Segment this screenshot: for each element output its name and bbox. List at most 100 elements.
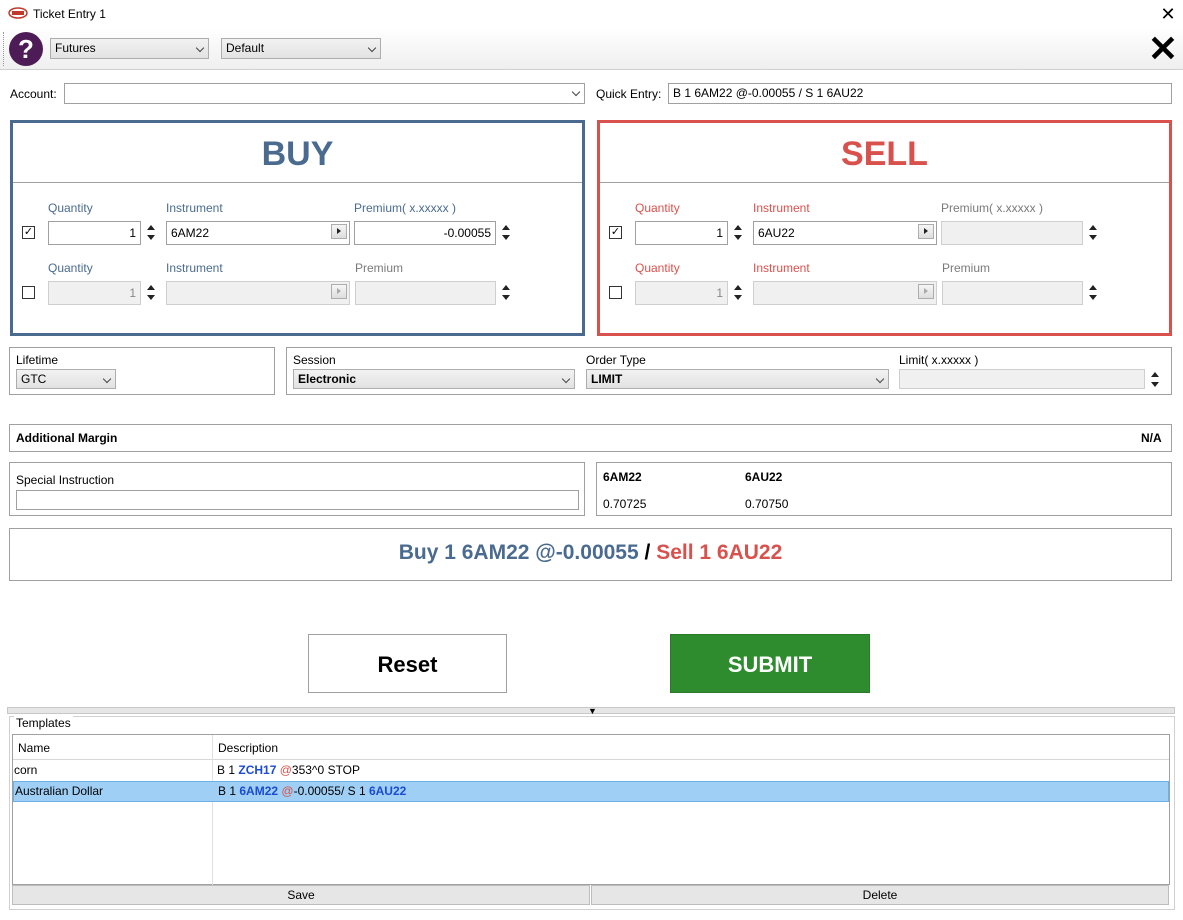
sell-leg1-checkbox[interactable]: ✓: [609, 226, 622, 239]
sell-leg1-premium-input[interactable]: [941, 221, 1083, 245]
price-value-1: 0.70725: [603, 497, 647, 511]
buy-leg2-premium-input[interactable]: [355, 281, 496, 305]
session-value: Electronic: [298, 372, 357, 386]
sell-quantity-label: Quantity: [635, 201, 680, 215]
special-instruction-label: Special Instruction: [16, 473, 115, 487]
sell-leg2-checkbox[interactable]: [609, 286, 622, 299]
summary-sell-text: Sell 1 6AU22: [656, 541, 783, 564]
buy-instrument-label: Instrument: [166, 261, 223, 275]
summary-separator: /: [638, 541, 657, 564]
window-close-icon[interactable]: ✕: [1158, 4, 1178, 24]
buy-title: BUY: [13, 123, 582, 183]
limit-input[interactable]: [899, 369, 1145, 389]
session-label: Session: [293, 353, 336, 367]
template-name: Australian Dollar: [15, 784, 104, 798]
special-instruction-input[interactable]: [16, 490, 579, 510]
order-type-value: LIMIT: [591, 372, 623, 386]
quick-entry-input[interactable]: B 1 6AM22 @-0.00055 / S 1 6AU22: [668, 83, 1172, 104]
buy-leg2-quantity-input[interactable]: 1: [48, 281, 141, 305]
order-summary: Buy 1 6AM22 @-0.00055 / Sell 1 6AU22: [9, 541, 1172, 565]
column-divider: [212, 735, 213, 885]
buy-instrument-label: Instrument: [166, 201, 223, 215]
title-bar: [0, 0, 1183, 28]
instrument-picker-icon[interactable]: [331, 224, 347, 239]
chevron-down-icon: [367, 43, 377, 53]
help-icon[interactable]: ?: [9, 32, 43, 66]
additional-margin-value: N/A: [1141, 431, 1162, 445]
buy-leg1-premium-spinner[interactable]: [501, 222, 511, 244]
toolbar-grip[interactable]: [3, 32, 6, 66]
account-select[interactable]: [64, 83, 585, 104]
sell-leg2-quantity-input[interactable]: 1: [635, 281, 728, 305]
delete-template-button[interactable]: Delete: [591, 885, 1169, 905]
buy-leg2-quantity-spinner[interactable]: [146, 282, 156, 304]
sell-instrument-label: Instrument: [753, 201, 810, 215]
buy-leg1-checkbox[interactable]: ✓: [22, 226, 35, 239]
instrument-picker-icon[interactable]: [918, 224, 934, 239]
buy-leg2-checkbox[interactable]: [22, 286, 35, 299]
quick-entry-label: Quick Entry:: [596, 87, 662, 101]
sell-leg2-premium-spinner[interactable]: [1088, 282, 1098, 304]
buy-panel: BUY Quantity Instrument Premium( x.xxxxx…: [10, 120, 585, 336]
buy-leg1-quantity-input[interactable]: 1: [48, 221, 141, 245]
column-header-name[interactable]: Name: [18, 741, 50, 755]
save-template-button[interactable]: Save: [12, 885, 590, 905]
sell-instrument-label: Instrument: [753, 261, 810, 275]
template-description: B 1 ZCH17 @353^0 STOP: [217, 763, 361, 777]
template-description: B 1 6AM22 @-0.00055/ S 1 6AU22: [218, 784, 407, 798]
panel-splitter[interactable]: ▼: [7, 706, 1175, 716]
lifetime-select[interactable]: GTC: [16, 369, 116, 389]
price-instrument-2: 6AU22: [745, 470, 783, 484]
chevron-down-icon: [102, 374, 112, 384]
chevron-down-icon: [561, 374, 571, 384]
additional-margin-bar: [9, 424, 1172, 452]
splitter-grip-icon: ▼: [588, 706, 597, 716]
buy-leg2-premium-spinner[interactable]: [501, 282, 511, 304]
buy-leg1-instrument-value: 6AM22: [171, 226, 210, 240]
sell-leg1-quantity-input[interactable]: 1: [635, 221, 728, 245]
instrument-picker-icon[interactable]: [918, 284, 934, 299]
window-title: Ticket Entry 1: [33, 7, 106, 21]
sell-leg1-instrument-input[interactable]: 6AU22: [753, 221, 937, 245]
limit-spinner[interactable]: [1150, 369, 1160, 391]
sell-premium-label: Premium( x.xxxxx ): [941, 201, 1043, 215]
table-row[interactable]: Australian Dollar B 1 6AM22 @-0.00055/ S…: [13, 781, 1169, 802]
product-type-select[interactable]: Futures: [50, 38, 209, 59]
column-header-description[interactable]: Description: [218, 741, 278, 755]
close-ticket-icon[interactable]: ✕: [1147, 31, 1179, 67]
buy-leg1-instrument-input[interactable]: 6AM22: [166, 221, 350, 245]
product-type-value: Futures: [55, 41, 96, 55]
buy-quantity-label: Quantity: [48, 261, 93, 275]
instrument-picker-icon[interactable]: [331, 284, 347, 299]
buy-premium-label: Premium: [355, 261, 404, 275]
buy-leg2-instrument-input[interactable]: [166, 281, 350, 305]
prices-box: [596, 462, 1172, 516]
sell-quantity-label: Quantity: [635, 261, 680, 275]
submit-button[interactable]: SUBMIT: [670, 634, 870, 693]
session-select[interactable]: Electronic: [293, 369, 575, 389]
buy-leg1-quantity-spinner[interactable]: [146, 222, 156, 244]
summary-buy-text: Buy 1 6AM22 @-0.00055: [398, 541, 639, 564]
sell-leg2-premium-input[interactable]: [942, 281, 1083, 305]
additional-margin-label: Additional Margin: [16, 431, 118, 445]
limit-label: Limit( x.xxxxx ): [899, 353, 979, 367]
chevron-down-icon: [571, 87, 581, 97]
buy-leg1-premium-input[interactable]: -0.00055: [354, 221, 496, 245]
order-type-select[interactable]: LIMIT: [586, 369, 889, 389]
sell-panel: SELL Quantity Instrument Premium( x.xxxx…: [597, 120, 1172, 336]
price-instrument-1: 6AM22: [603, 470, 642, 484]
buy-quantity-label: Quantity: [48, 201, 93, 215]
sell-leg2-quantity-spinner[interactable]: [733, 282, 743, 304]
chevron-down-icon: [875, 374, 885, 384]
sell-title: SELL: [600, 123, 1169, 183]
layout-select[interactable]: Default: [221, 38, 381, 59]
reset-button[interactable]: Reset: [308, 634, 507, 693]
layout-value: Default: [226, 41, 265, 55]
sell-leg1-instrument-value: 6AU22: [758, 226, 795, 240]
sell-leg1-premium-spinner[interactable]: [1088, 222, 1098, 244]
table-row[interactable]: corn B 1 ZCH17 @353^0 STOP: [13, 760, 1169, 781]
template-name: corn: [14, 763, 38, 777]
price-value-2: 0.70750: [745, 497, 789, 511]
sell-leg2-instrument-input[interactable]: [753, 281, 937, 305]
sell-leg1-quantity-spinner[interactable]: [733, 222, 743, 244]
